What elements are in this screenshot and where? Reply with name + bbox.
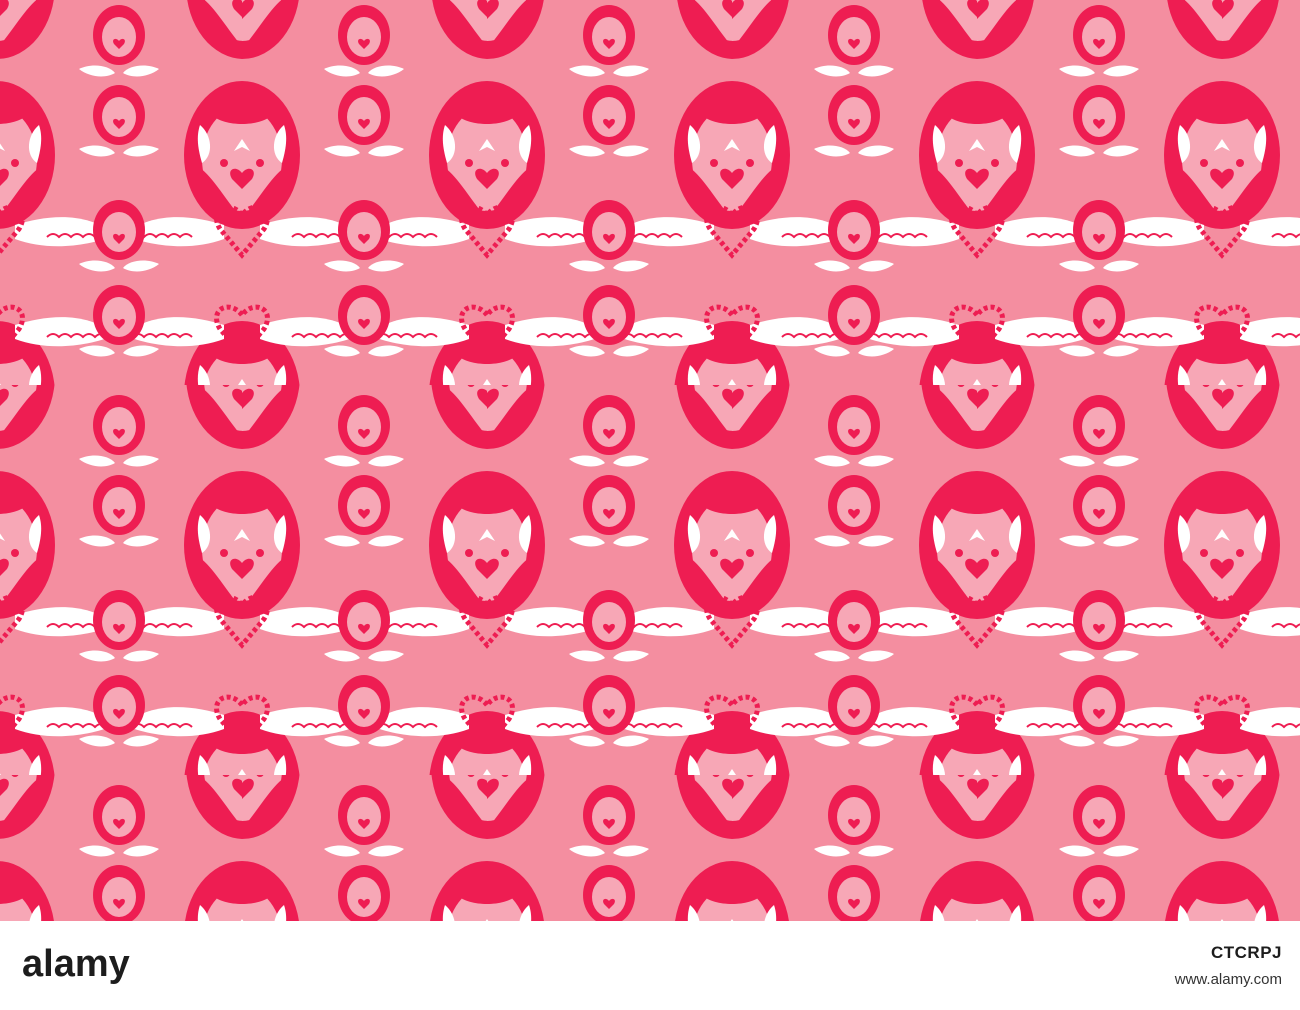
footer-strip: alamy CTCRPJ www.alamy.com [0,921,1300,1010]
wallpaper-pattern [0,0,1300,921]
image-id-block: CTCRPJ [1142,943,1282,965]
stock-url: www.alamy.com [1174,971,1282,988]
image-id: CTCRPJ [1210,943,1282,962]
winged-heart-pattern [0,0,1300,921]
alamy-logo: alamy [22,944,130,984]
logo-text: alamy [22,944,130,984]
